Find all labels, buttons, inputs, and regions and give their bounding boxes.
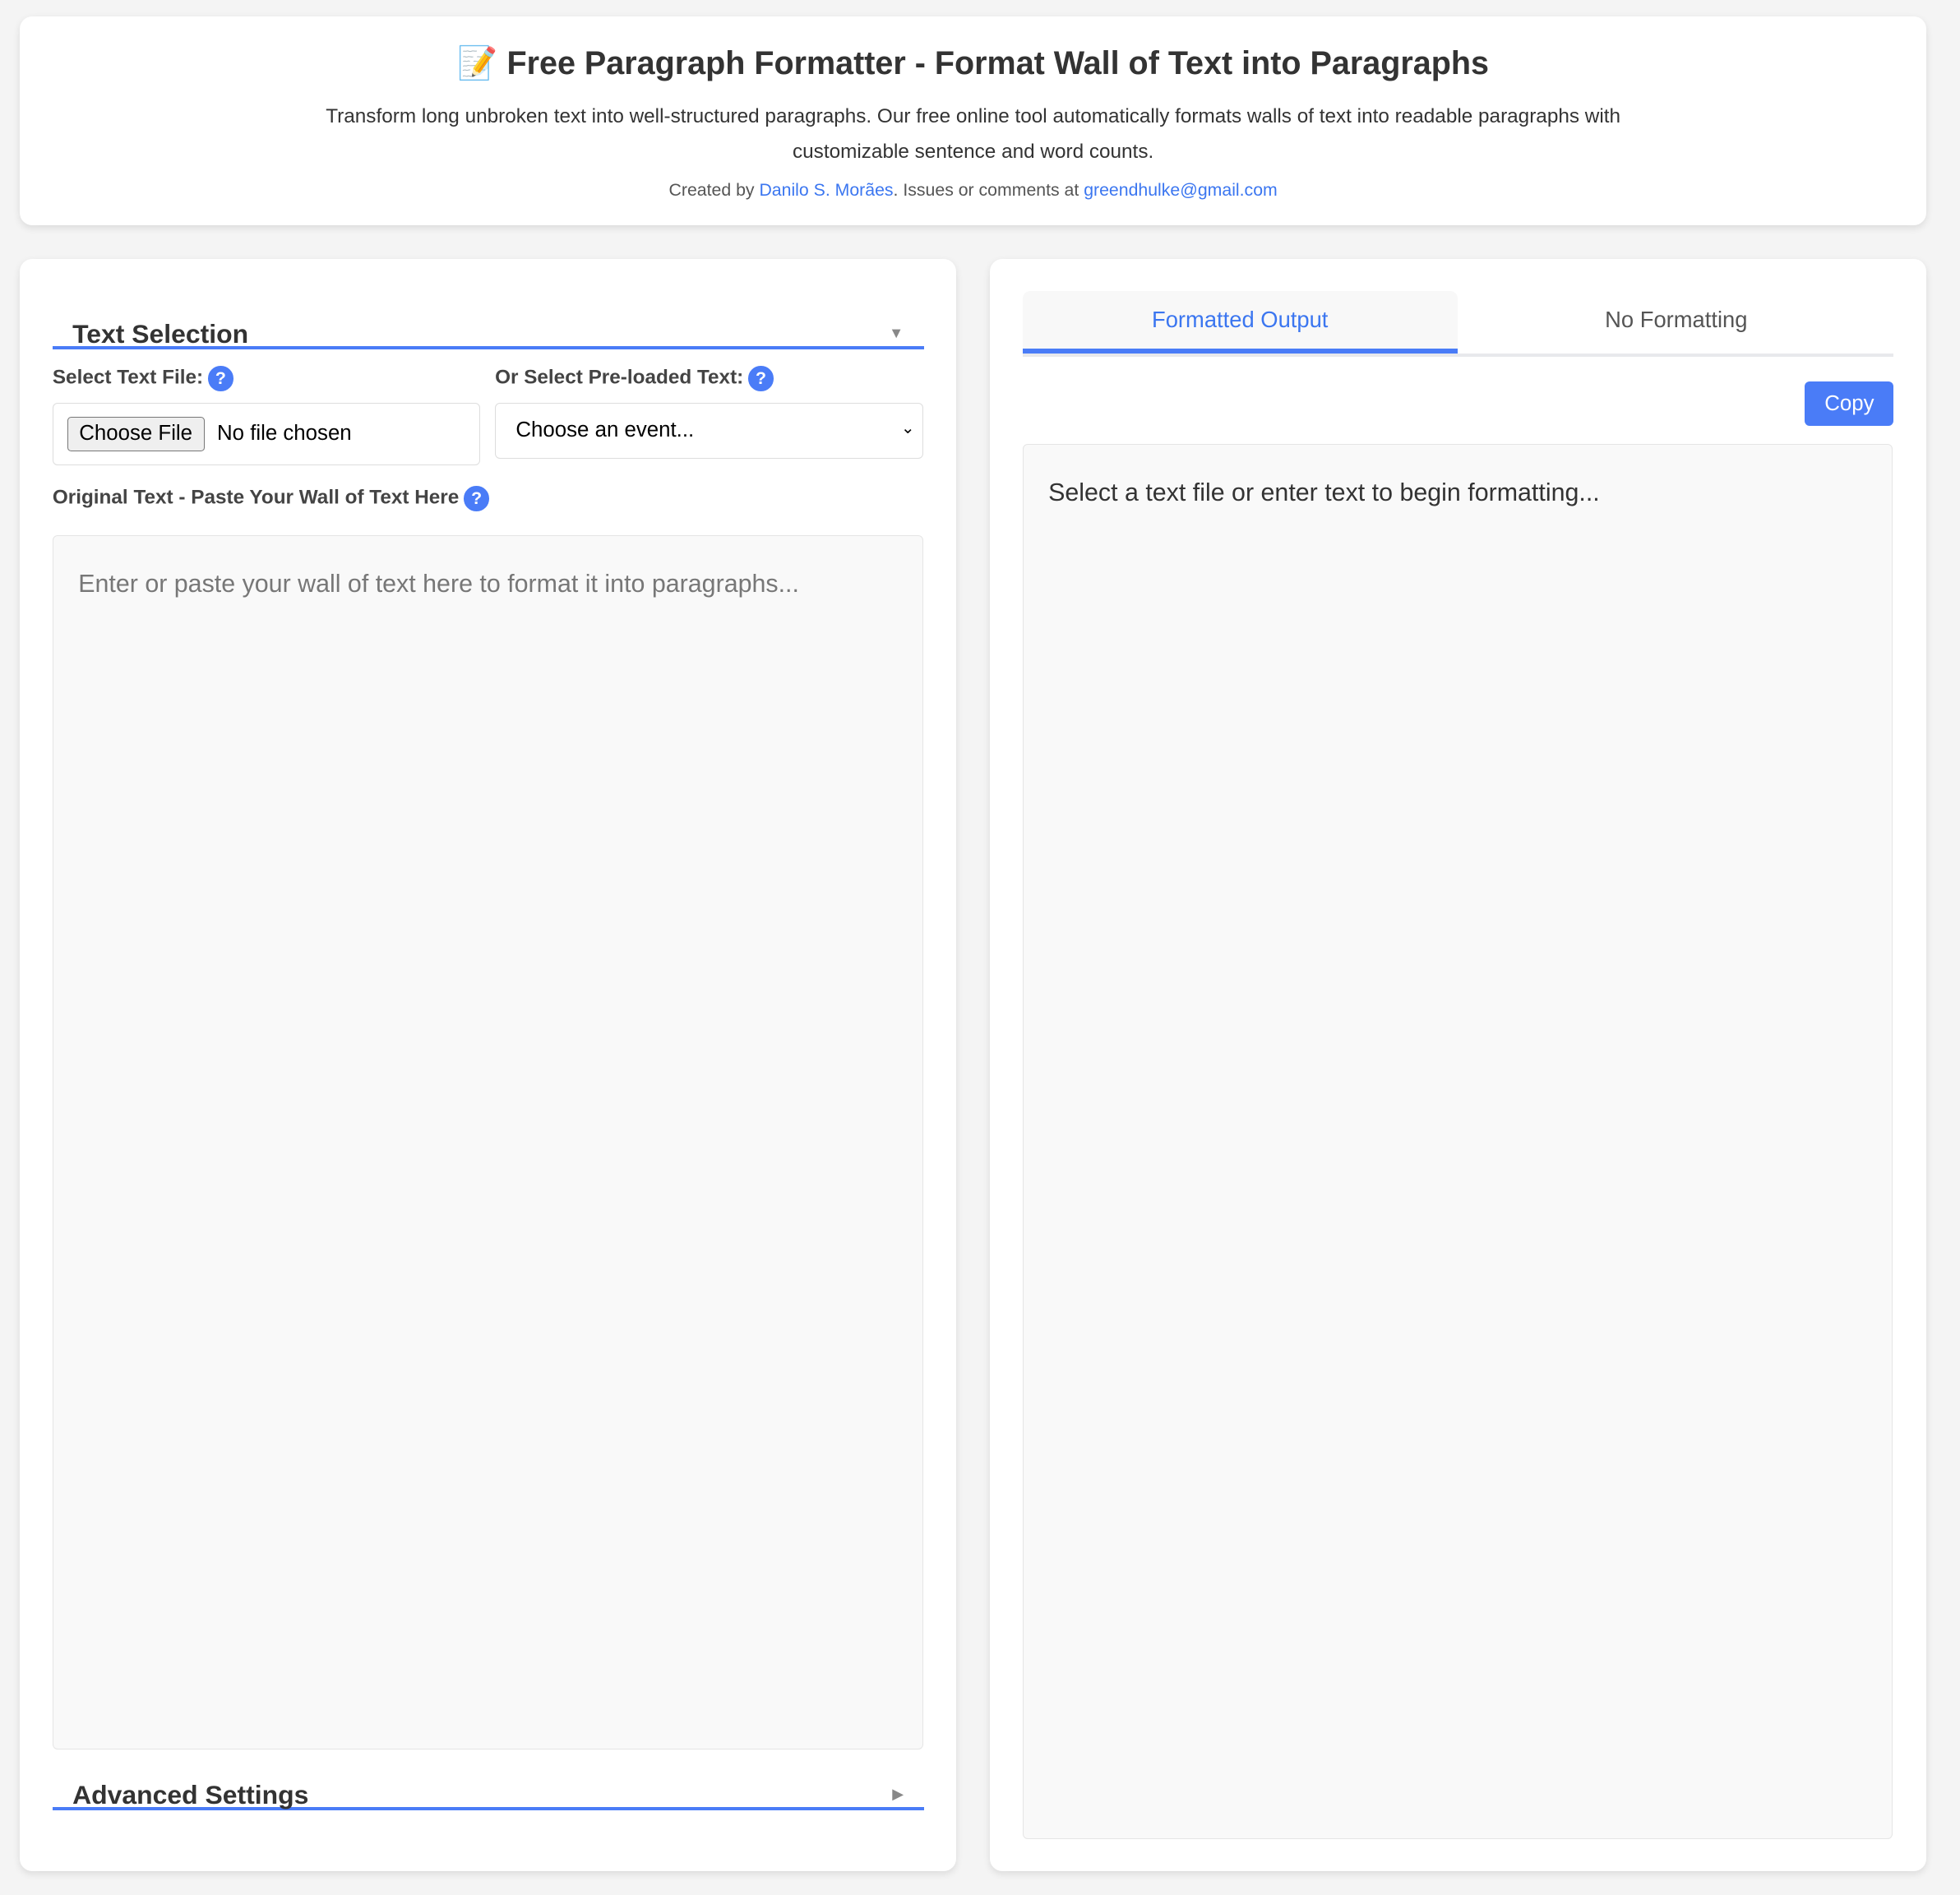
credits-prefix: Created by	[669, 180, 760, 200]
choose-file-button[interactable]: Choose File	[67, 417, 205, 451]
caret-down-icon: ▼	[889, 324, 904, 342]
original-text-label: Original Text - Paste Your Wall of Text …	[53, 486, 489, 511]
preloaded-label: Or Select Pre-loaded Text:?	[495, 366, 774, 391]
preloaded-text-select[interactable]: Choose an event... ⌄	[495, 403, 922, 460]
help-icon[interactable]: ?	[464, 486, 488, 511]
output-placeholder: Select a text file or enter text to begi…	[1048, 478, 1600, 507]
output-tabs: Formatted Output No Formatting	[1023, 291, 1894, 357]
header-card: 📝 Free Paragraph Formatter - Format Wall…	[20, 16, 1926, 225]
textarea-placeholder: Enter or paste your wall of text here to…	[78, 570, 799, 599]
file-label: Select Text File:?	[53, 366, 233, 391]
page-description: Transform long unbroken text into well-s…	[311, 99, 1636, 169]
file-label-text: Select Text File:	[53, 367, 203, 389]
file-status: No file chosen	[217, 422, 352, 446]
help-icon[interactable]: ?	[208, 366, 233, 391]
advanced-settings-toggle[interactable]: Advanced Settings ▶	[53, 1753, 924, 1811]
title-text: Free Paragraph Formatter - Format Wall o…	[506, 45, 1488, 81]
page-title: 📝 Free Paragraph Formatter - Format Wall…	[20, 44, 1926, 82]
output-panel: Formatted Output No Formatting Copy Sele…	[990, 259, 1926, 1871]
memo-icon: 📝	[457, 45, 497, 81]
copy-button[interactable]: Copy	[1805, 381, 1893, 427]
advanced-settings-title: Advanced Settings	[72, 1780, 308, 1810]
email-link[interactable]: greendhulke@gmail.com	[1084, 180, 1278, 200]
input-panel: Text Selection ▼ Select Text File:? Or S…	[20, 259, 956, 1871]
text-selection-title: Text Selection	[72, 319, 248, 349]
caret-right-icon: ▶	[892, 1785, 904, 1803]
author-link[interactable]: Danilo S. Morães	[759, 180, 893, 200]
preloaded-label-text: Or Select Pre-loaded Text:	[495, 367, 743, 389]
credits-middle: . Issues or comments at	[894, 180, 1084, 200]
formatted-output: Select a text file or enter text to begi…	[1023, 444, 1893, 1839]
credits: Created by Danilo S. Morães. Issues or c…	[20, 180, 1926, 201]
tab-formatted-output[interactable]: Formatted Output	[1023, 291, 1458, 354]
tab-no-formatting[interactable]: No Formatting	[1458, 291, 1893, 354]
original-text-input[interactable]: Enter or paste your wall of text here to…	[53, 535, 923, 1749]
select-value: Choose an event...	[515, 418, 694, 442]
file-input[interactable]: Choose File No file chosen	[53, 403, 480, 465]
chevron-down-icon: ⌄	[901, 418, 915, 438]
help-icon[interactable]: ?	[748, 366, 773, 391]
original-label-text: Original Text - Paste Your Wall of Text …	[53, 487, 459, 509]
text-selection-toggle[interactable]: Text Selection ▼	[53, 291, 924, 349]
